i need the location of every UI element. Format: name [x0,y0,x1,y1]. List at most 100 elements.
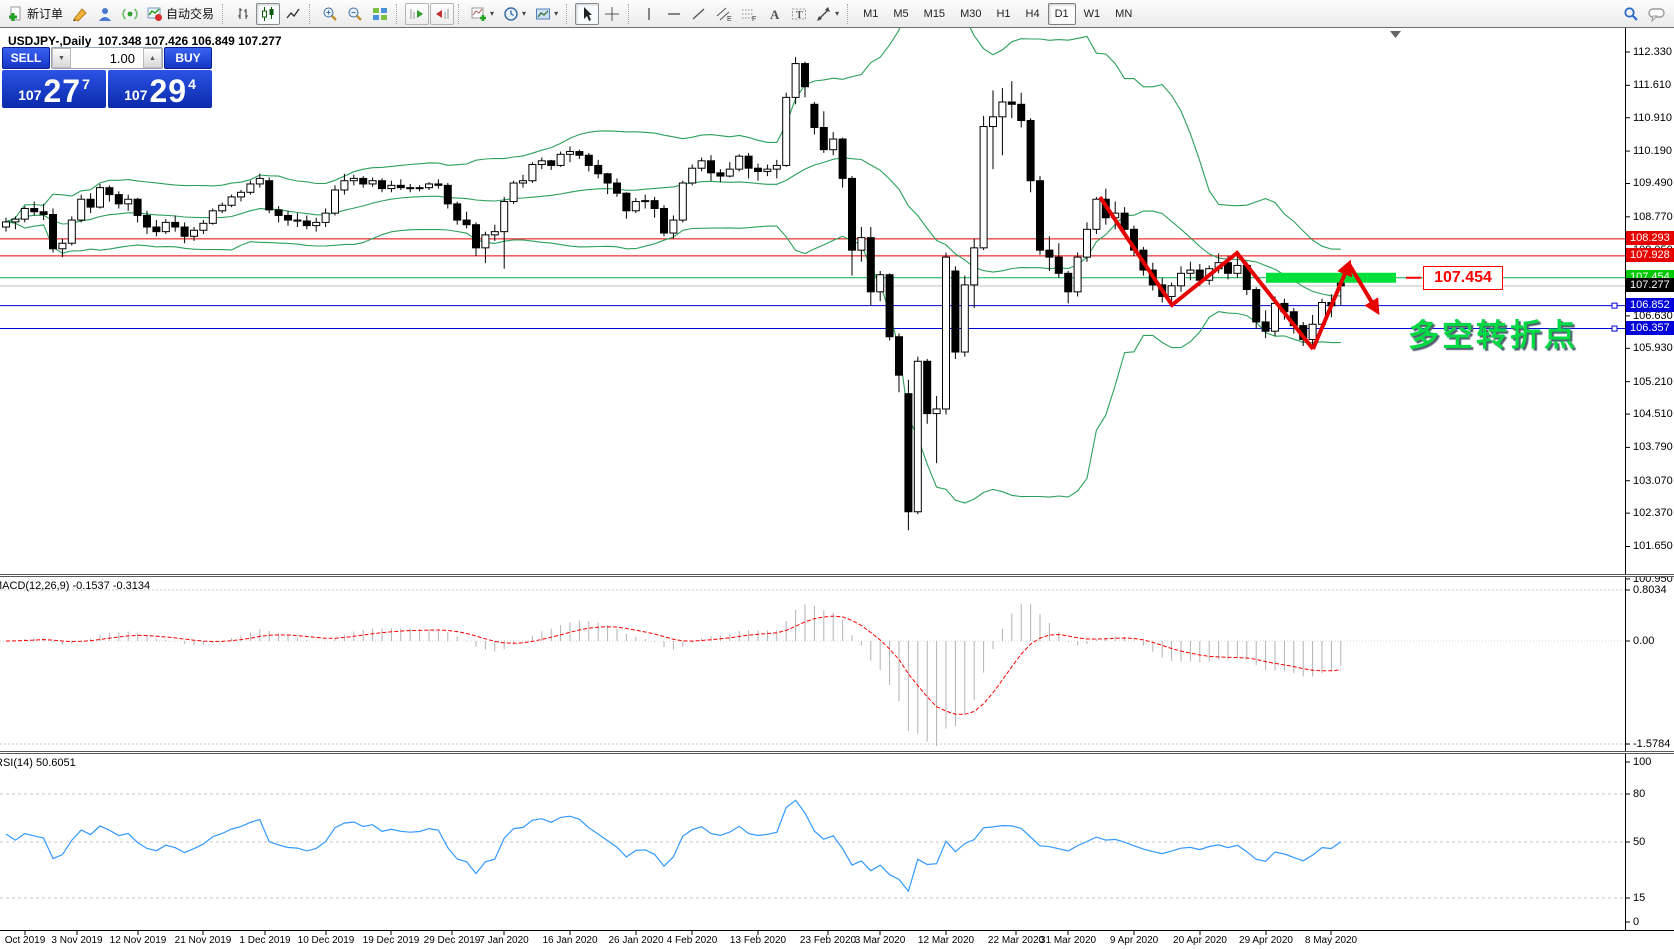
candle [924,361,931,413]
price-axis-tick-label: 112.330 [1633,46,1672,58]
tab-timeframe-M30[interactable]: M30 [953,3,988,25]
candle [397,185,404,187]
candle [332,190,339,213]
bar-chart-button[interactable] [231,3,255,25]
chart-canvas[interactable] [0,0,1674,949]
buy-button[interactable]: BUY [164,47,212,69]
bollinger-band [6,158,1341,296]
price-callout-label[interactable]: 107.454 [1423,266,1503,290]
candle [40,212,47,215]
candle [764,169,771,171]
candle [632,202,639,211]
candle [867,238,874,292]
date-label: 16 Jan 2020 [542,935,597,946]
zigzag-arrow-down[interactable] [1349,264,1377,311]
chat-icon [1648,6,1666,22]
candle [238,192,245,197]
channel-button[interactable]: E [712,3,736,25]
signals-button[interactable] [118,3,142,25]
text-label-button[interactable]: T [787,3,811,25]
text-button[interactable]: A [762,3,786,25]
fibonacci-button[interactable]: F [737,3,761,25]
cursor-button[interactable] [575,3,599,25]
indicators-button[interactable]: ▾ [467,3,498,25]
vertical-line-button[interactable] [637,3,661,25]
price-axis-tick-label: 110.190 [1633,145,1672,157]
candle [191,230,198,236]
chart-shift-button[interactable] [430,3,454,25]
new-order-button[interactable]: 新订单 [4,3,67,25]
volume-spinner: ▼ ▲ [51,47,163,69]
templates-button[interactable]: ▾ [531,3,562,25]
periods-button[interactable]: ▾ [499,3,530,25]
candle [144,215,151,227]
tab-timeframe-M1[interactable]: M1 [856,3,885,25]
buy-price[interactable]: 107 29 4 [108,70,212,108]
zoom-in-button[interactable] [318,3,342,25]
candle [820,127,827,149]
tab-timeframe-M15[interactable]: M15 [917,3,952,25]
crosshair-button[interactable] [600,3,624,25]
candle [595,165,602,173]
volume-input[interactable] [71,48,143,68]
auto-scroll-button[interactable] [405,3,429,25]
candle [717,173,724,176]
candle [726,169,733,176]
channel-icon: E [716,6,732,22]
candle [576,152,583,156]
candle [1084,229,1091,257]
zigzag-annotation[interactable] [1100,197,1313,349]
candlestick-chart-button[interactable] [256,3,280,25]
price-axis-tick-label: 104.510 [1633,408,1673,420]
horizontal-line-button[interactable] [662,3,686,25]
arrows-button[interactable]: ▾ [812,3,843,25]
support-highlight-bar[interactable] [1266,273,1396,283]
chat-button[interactable] [1644,3,1670,25]
trendline-button[interactable] [687,3,711,25]
rsi-pane-splitter[interactable] [0,751,1674,754]
svg-text:E: E [727,16,732,22]
chart-shift-marker[interactable] [1390,31,1401,38]
crayon-button[interactable] [68,3,92,25]
volume-down-button[interactable]: ▼ [52,48,71,68]
zigzag-arrow-up[interactable] [1313,264,1349,349]
sell-price[interactable]: 107 27 7 [2,70,106,108]
rsi-line [6,800,1341,891]
candle [115,195,122,204]
candle [228,197,235,205]
tab-timeframe-H4[interactable]: H4 [1019,3,1047,25]
candle [106,188,113,195]
price-line-label: 108.293 [1626,231,1674,245]
tab-timeframe-MN[interactable]: MN [1108,3,1139,25]
turning-point-note[interactable]: 多空转折点 [1408,310,1578,355]
tab-timeframe-M5[interactable]: M5 [886,3,915,25]
candle [886,275,893,337]
zoom-out-button[interactable] [343,3,367,25]
tab-timeframe-D1[interactable]: D1 [1048,3,1076,25]
candle [642,201,649,202]
line-handle[interactable] [1612,326,1617,331]
market-watch-button[interactable] [93,3,117,25]
buy-price-sup: 4 [188,76,196,92]
candle [256,178,263,184]
line-handle[interactable] [1612,303,1617,308]
autotrade-button[interactable]: 自动交易 [143,3,218,25]
one-click-trading-panel: SELL ▼ ▲ BUY 107 27 7 107 29 4 [2,47,212,108]
candle [31,208,38,211]
price-axis-tick-label: 102.370 [1633,507,1673,519]
candle [1215,263,1222,269]
candle [97,188,104,207]
candle [830,139,837,150]
search-button[interactable] [1619,3,1643,25]
candle [444,185,451,204]
tile-windows-button[interactable] [368,3,392,25]
volume-up-button[interactable]: ▲ [143,48,162,68]
indicators-caret: ▾ [490,10,494,18]
tab-timeframe-W1[interactable]: W1 [1077,3,1108,25]
sell-price-prefix: 107 [18,87,41,103]
macd-pane-splitter[interactable] [0,574,1674,577]
tab-timeframe-H1[interactable]: H1 [989,3,1017,25]
candle [745,156,752,168]
line-chart-button[interactable] [281,3,305,25]
sell-button[interactable]: SELL [2,47,50,69]
